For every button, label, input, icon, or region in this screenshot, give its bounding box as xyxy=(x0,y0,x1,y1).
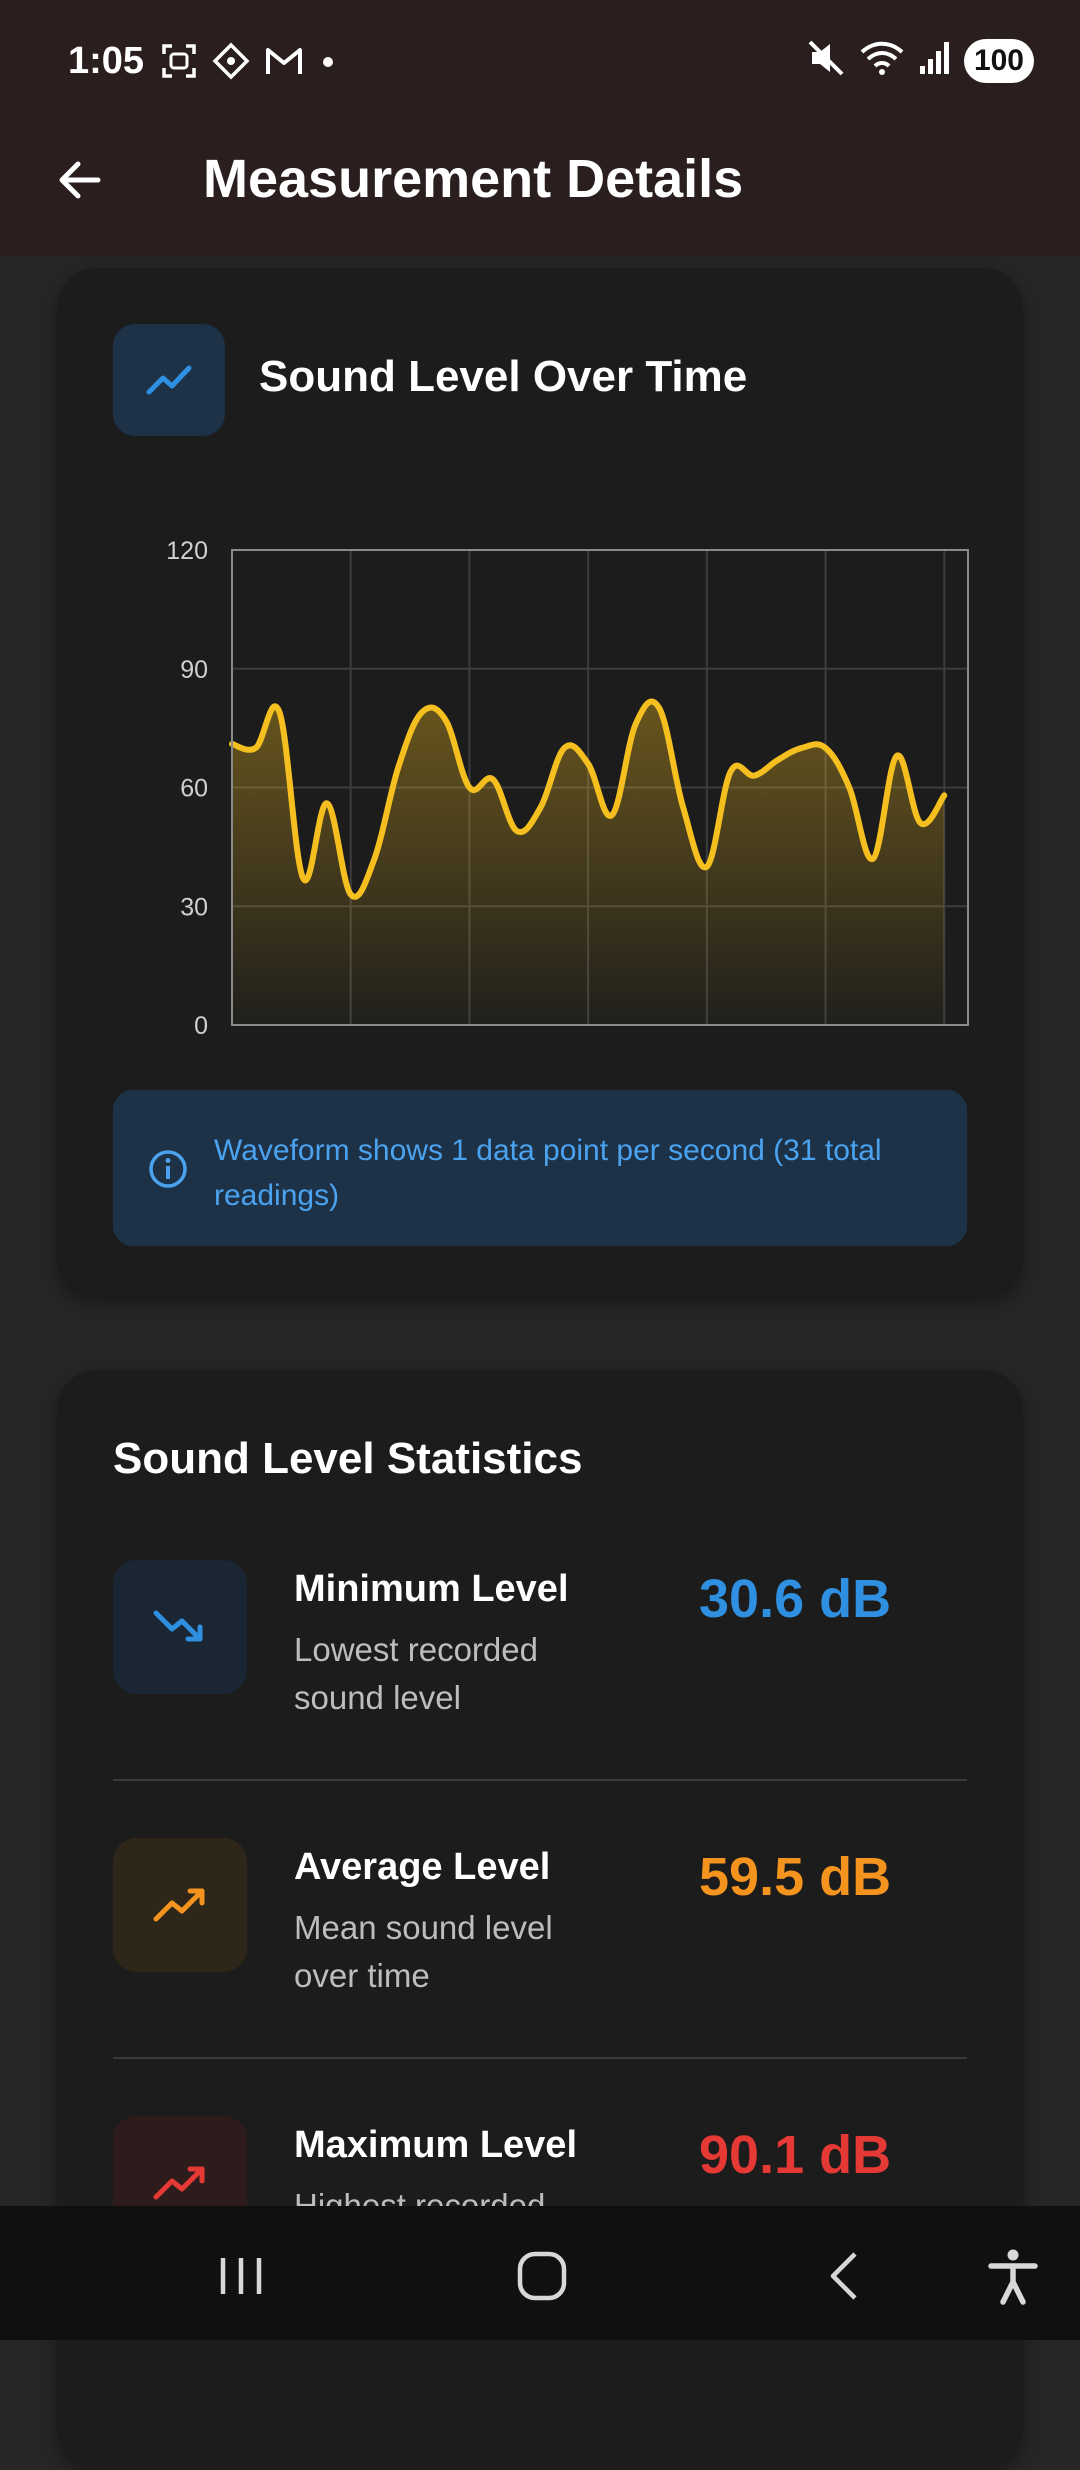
chart-header-icon xyxy=(113,324,225,436)
info-icon xyxy=(147,1148,189,1190)
y-tick-label: 0 xyxy=(194,1012,208,1040)
y-tick-label: 60 xyxy=(180,775,208,803)
recents-button[interactable] xyxy=(196,2236,286,2316)
stat-row-minimum: Minimum Level Lowest recorded sound leve… xyxy=(113,1560,967,1800)
stat-description: Lowest recorded sound level xyxy=(294,1626,584,1722)
stat-value: 59.5 dB xyxy=(699,1846,891,1908)
info-text: Waveform shows 1 data point per second (… xyxy=(214,1128,904,1218)
stat-name: Minimum Level xyxy=(294,1568,569,1611)
divider xyxy=(113,1779,967,1781)
chart-card: Sound Level Over Time 030609012010s20s30… xyxy=(57,268,1023,1298)
status-right: 100 xyxy=(806,38,1034,83)
stat-name: Average Level xyxy=(294,1846,550,1889)
nav-back-button[interactable] xyxy=(800,2236,890,2316)
home-icon xyxy=(512,2246,572,2306)
app-bar: 1:05 100 xyxy=(0,0,1080,256)
accessibility-button[interactable] xyxy=(968,2236,1058,2316)
info-box: Waveform shows 1 data point per second (… xyxy=(113,1090,967,1246)
recents-icon xyxy=(211,2246,271,2306)
status-left-icons xyxy=(160,42,338,85)
status-bar: 1:05 100 xyxy=(0,0,1080,128)
divider xyxy=(113,2057,967,2059)
system-nav-bar xyxy=(0,2206,1080,2340)
stat-name: Maximum Level xyxy=(294,2124,577,2167)
stat-icon-minimum xyxy=(113,1560,247,1694)
sound-level-chart: 030609012010s20s30s xyxy=(113,480,973,1040)
stat-value: 90.1 dB xyxy=(699,2124,891,2186)
screenshot-icon xyxy=(160,42,198,85)
gmail-icon xyxy=(264,42,304,85)
stat-row-average: Average Level Mean sound level over time… xyxy=(113,1838,967,2078)
accessibility-icon xyxy=(983,2246,1043,2306)
stats-card-title: Sound Level Statistics xyxy=(113,1434,582,1484)
arrow-left-icon xyxy=(54,154,106,206)
stat-description: Mean sound level over time xyxy=(294,1904,584,2000)
mute-icon xyxy=(806,38,846,83)
diamond-app-icon xyxy=(212,42,250,85)
status-time: 1:05 xyxy=(68,40,144,83)
back-button[interactable] xyxy=(40,140,120,220)
y-tick-label: 30 xyxy=(180,893,208,921)
trending-up-icon xyxy=(148,1873,212,1937)
y-tick-label: 90 xyxy=(180,656,208,684)
chart-card-title: Sound Level Over Time xyxy=(259,352,747,402)
signal-icon xyxy=(918,38,952,83)
wifi-icon xyxy=(858,38,906,83)
y-tick-label: 120 xyxy=(166,537,208,565)
battery-indicator: 100 xyxy=(964,39,1034,83)
page-title: Measurement Details xyxy=(203,148,743,210)
home-button[interactable] xyxy=(497,2236,587,2316)
stat-icon-average xyxy=(113,1838,247,1972)
trending-up-icon xyxy=(143,354,195,406)
dot-icon xyxy=(318,42,338,85)
stat-value: 30.6 dB xyxy=(699,1568,891,1630)
back-icon xyxy=(815,2246,875,2306)
trending-down-icon xyxy=(148,1595,212,1659)
